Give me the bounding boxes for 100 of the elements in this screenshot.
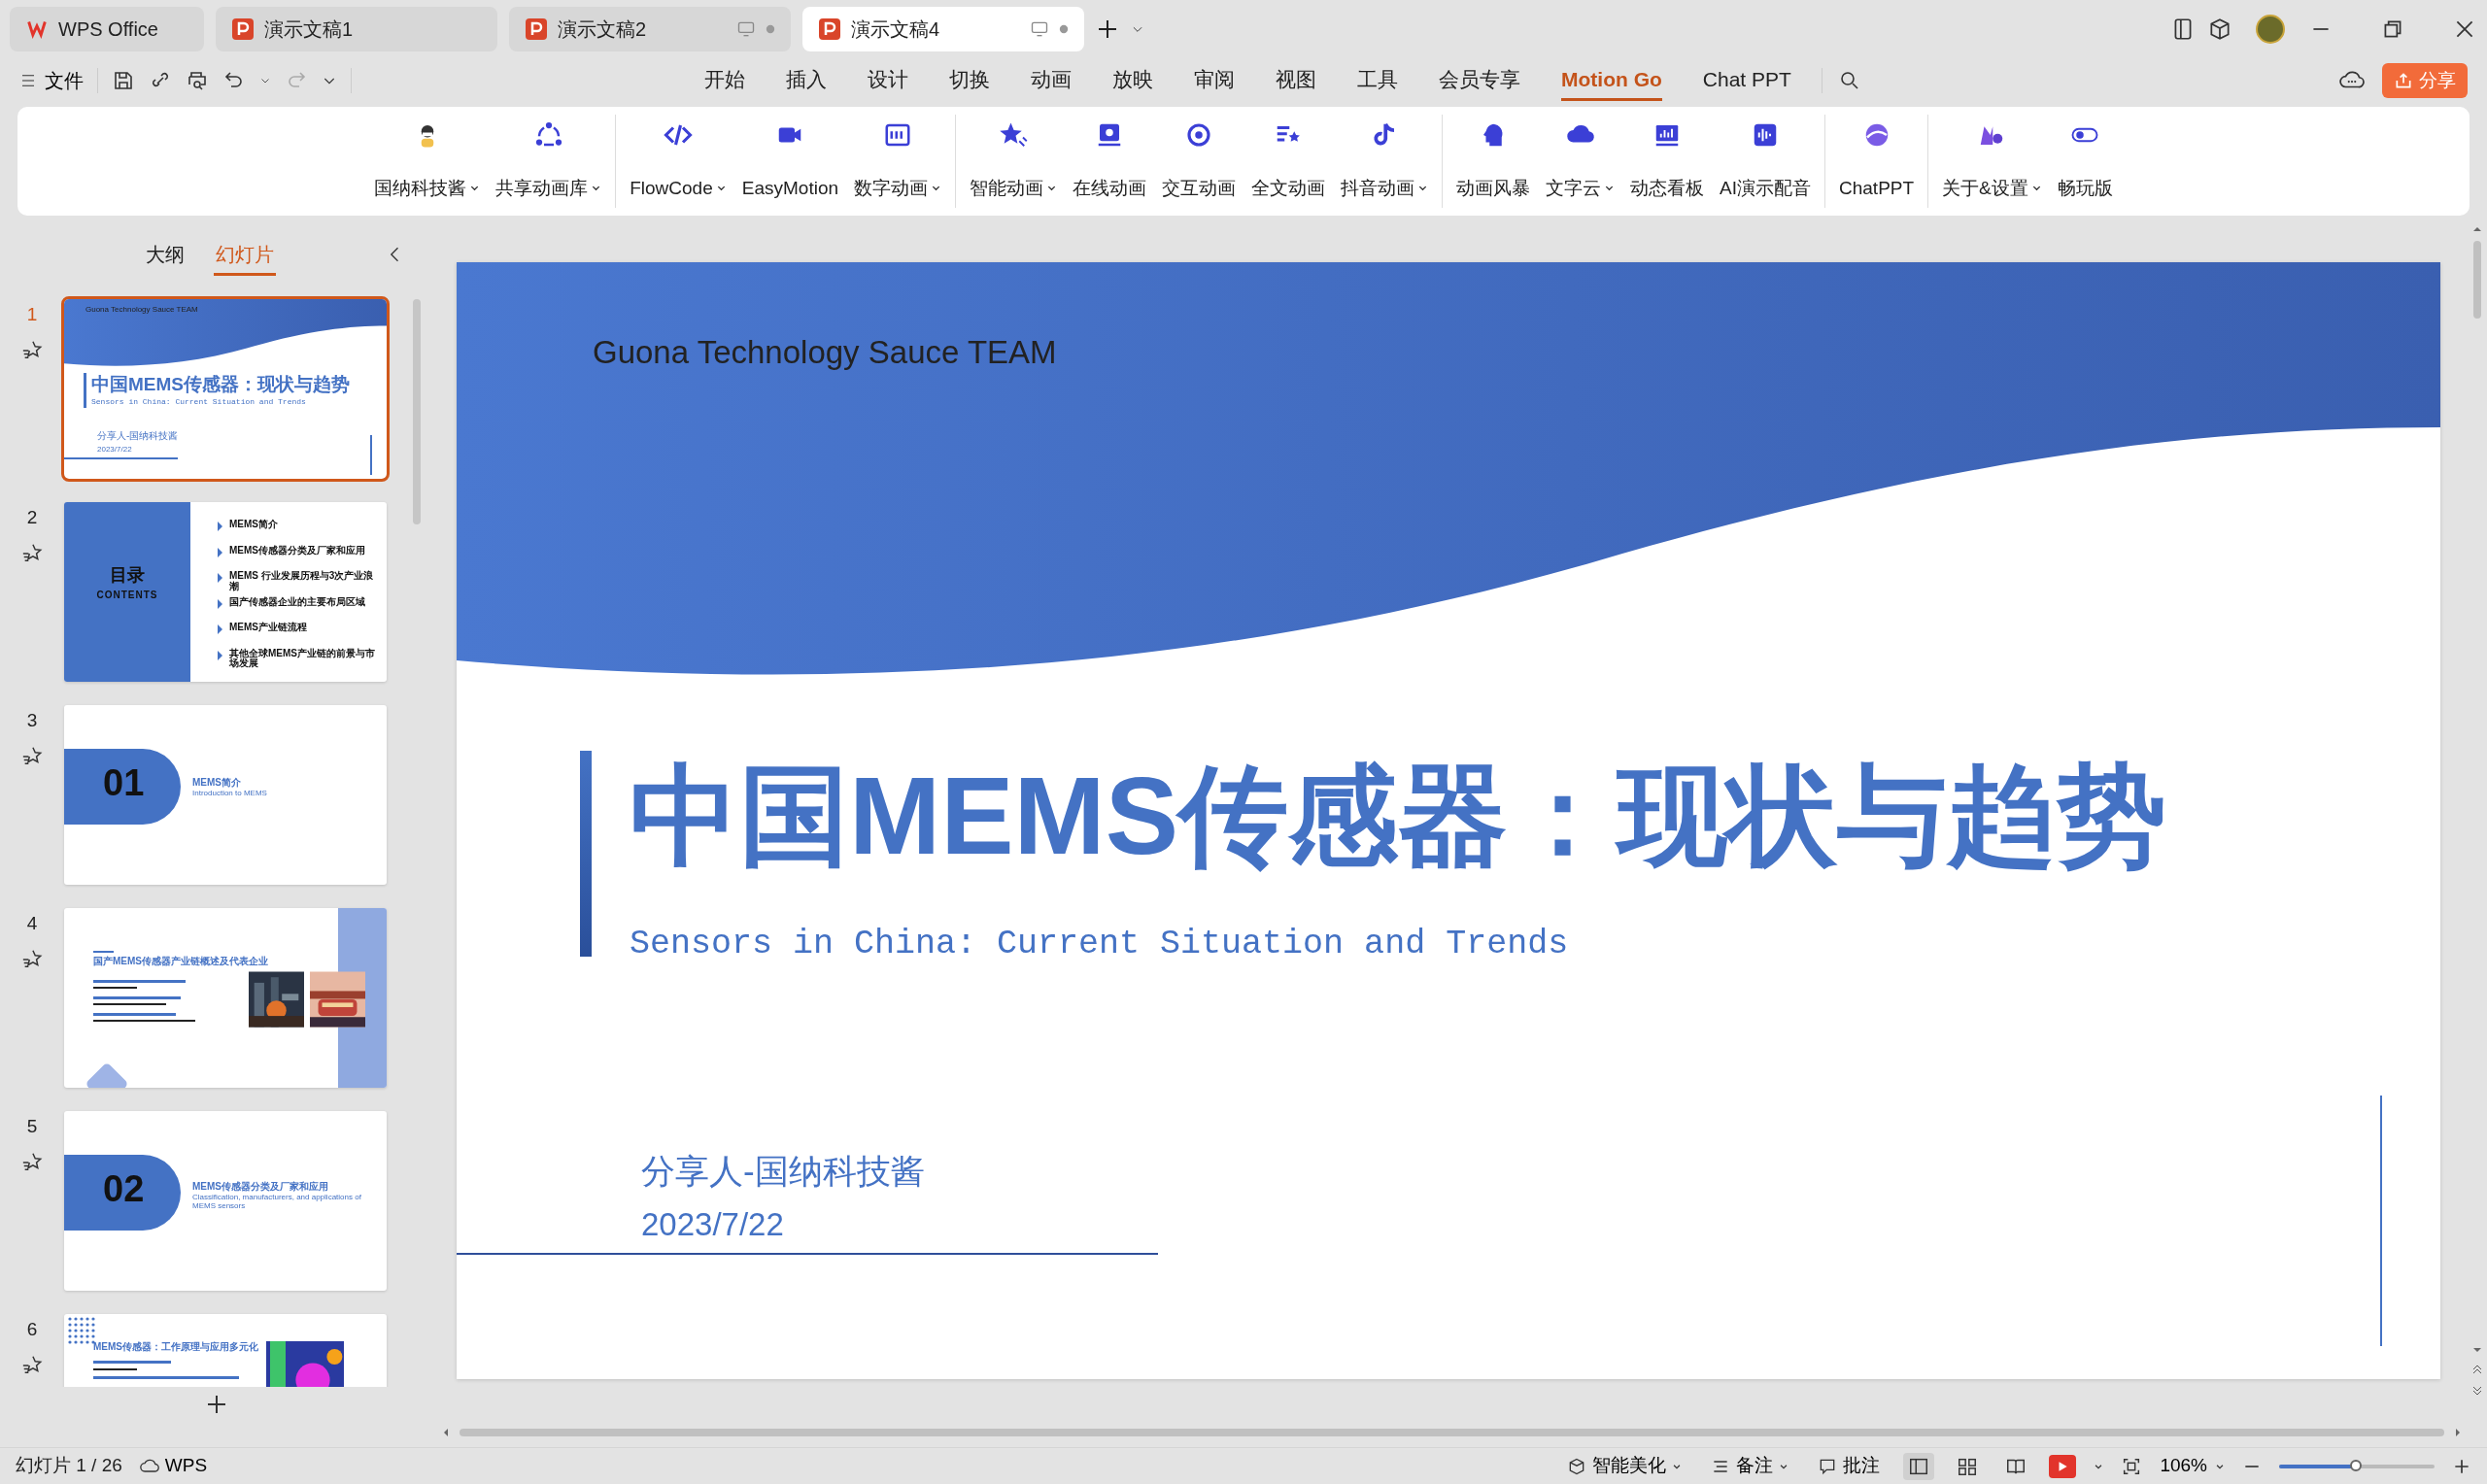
star-icon[interactable] — [21, 1150, 43, 1172]
ribbon-button[interactable]: 国纳科技酱 — [366, 115, 489, 208]
presentation-file-icon — [525, 17, 548, 41]
status-dot-icon — [1059, 24, 1069, 34]
ribbon-button[interactable]: 畅玩版 — [2049, 115, 2121, 208]
ribbon-button[interactable]: 在线动画 — [1065, 115, 1155, 208]
slide-number: 2 — [26, 506, 38, 529]
ribbon-button[interactable]: 交互动画 — [1154, 115, 1244, 208]
slider-handle[interactable] — [2350, 1459, 2362, 1471]
text-line — [93, 987, 137, 989]
slide-text: 分享人-国纳科技酱 — [641, 1151, 925, 1192]
slide-thumbnail[interactable]: Guona Technology Sauce TEAM 中国MEMS传感器：现状与趋势 Sensors in China: Current Situation and Trends 分享人-国纳科技酱 2023/7/22 — [64, 299, 387, 479]
ribbon-button[interactable]: 数字动画 — [846, 115, 950, 208]
bullet-icon — [218, 598, 222, 609]
ribbon-button[interactable]: FlowCode — [622, 115, 734, 208]
wps-button[interactable]: WPS — [139, 1452, 208, 1480]
contents-item: MEMS产业链流程 — [229, 623, 308, 633]
view-button[interactable] — [1903, 1452, 1935, 1480]
star-icon[interactable] — [21, 338, 43, 360]
slide-number: 6 — [26, 1318, 38, 1341]
ribbon-button[interactable]: 全文动画 — [1244, 115, 1334, 208]
app-tab[interactable]: 演示文稿1 — [216, 7, 497, 51]
slide-title: MEMS传感器：工作原理与应用多元化 — [93, 1340, 258, 1354]
slide-title: 中国MEMS传感器：现状与趋势 — [630, 756, 2166, 877]
share-icon — [2394, 71, 2413, 90]
slide-number: 5 — [26, 1115, 38, 1138]
monitor-icon — [1030, 19, 1049, 39]
menu-tab[interactable]: 工具 — [1357, 59, 1398, 102]
cube-icon[interactable] — [2207, 17, 2232, 42]
new-tab-icon[interactable] — [1096, 17, 1119, 41]
app-tab[interactable]: WPS Office — [10, 7, 204, 51]
slide-subtitle: Sensors in China: Current Situation and Trends — [91, 397, 306, 407]
comments-button[interactable]: 批注 — [1812, 1452, 1887, 1480]
ribbon-button[interactable]: 动画风暴 — [1448, 115, 1539, 208]
star-icon[interactable] — [21, 1353, 43, 1375]
slide-text: Guona Technology Sauce TEAM — [85, 305, 198, 315]
status-dot-icon — [766, 24, 775, 34]
slide-thumbnail[interactable]: 01 MEMS简介 Introduction to MEMS — [64, 705, 387, 885]
menu-tab[interactable]: 视图 — [1276, 59, 1316, 102]
slide-text: 2023/7/22 — [97, 445, 132, 455]
notes-button[interactable]: 备注 — [1705, 1452, 1795, 1480]
ribbon-button[interactable]: EasyMotion — [733, 115, 847, 208]
menu-tab[interactable]: 放映 — [1112, 59, 1153, 102]
contents-item: 国产传感器企业的主要布局区域 — [229, 596, 366, 607]
file-menu-button[interactable]: 文件 — [19, 66, 84, 95]
slide-thumbnail[interactable]: 国产MEMS传感器产业链概述及代表企业 — [64, 908, 387, 1088]
slide-number: 4 — [26, 912, 38, 935]
menu-tab[interactable]: 会员专享 — [1439, 59, 1520, 102]
play-button[interactable] — [2049, 1454, 2077, 1478]
wps-logo-icon — [25, 19, 49, 39]
ribbon-button[interactable]: AI演示配音 — [1712, 115, 1819, 208]
slide-thumbnail[interactable]: MEMS传感器：工作原理与应用多元化 — [64, 1314, 387, 1387]
slide-thumbnail[interactable]: 目录 CONTENTS MEMS简介 MEMS传感器分类及厂家和应用 MEMS 行业发展历程与3次产业浪潮 国产传感器企业的主要布局区域 MEMS产业链流程 其他全球MEMS产业链的前景与市场发展 — [64, 502, 387, 682]
slide-text: Guona Technology Sauce TEAM — [593, 333, 1057, 372]
ribbon-button[interactable]: 关于&设置 — [1934, 115, 2050, 208]
star-icon[interactable] — [21, 947, 43, 969]
menu-tab[interactable]: Motion Go — [1561, 59, 1662, 102]
presentation-file-icon — [818, 17, 841, 41]
slide-heading: CONTENTS — [95, 589, 159, 602]
menu-tab[interactable]: 开始 — [704, 59, 745, 102]
slide-thumbnail[interactable]: 02 MEMS传感器分类及厂家和应用 Classification, manufacturers, and applications of MEMS sensors — [64, 1111, 387, 1291]
bullet-icon — [218, 573, 222, 583]
panel-tab[interactable]: 大纲 — [143, 235, 187, 276]
scrollbar[interactable] — [460, 1429, 2444, 1436]
app-tab[interactable]: 演示文稿2 — [509, 7, 791, 51]
slide-heading: 目录 — [109, 566, 146, 584]
ribbon-button[interactable]: 共享动画库 — [488, 115, 610, 208]
zoom-dropdown[interactable]: 106% — [2160, 1452, 2225, 1480]
menu-tab[interactable]: 切换 — [949, 59, 990, 102]
section-title: MEMS传感器分类及厂家和应用 — [192, 1180, 328, 1194]
slide-number: 3 — [26, 709, 38, 732]
print-preview-icon[interactable] — [186, 69, 209, 92]
section-subtitle: Classification, manufacturers, and applications of MEMS sensors — [192, 1193, 362, 1211]
menu-tab[interactable]: 审阅 — [1194, 59, 1235, 102]
scrollbar[interactable] — [413, 299, 421, 524]
menu-tab[interactable]: Chat PPT — [1702, 59, 1791, 102]
star-icon[interactable] — [21, 744, 43, 766]
avatar[interactable] — [2256, 15, 2285, 44]
contents-item: 其他全球MEMS产业链的前景与市场发展 — [229, 648, 375, 669]
star-icon[interactable] — [21, 541, 43, 563]
accent-bar — [84, 373, 86, 408]
text-line — [93, 1368, 137, 1370]
bullet-icon — [218, 624, 222, 634]
ribbon-button[interactable]: 抖音动画 — [1333, 115, 1437, 208]
beautify-button[interactable]: 智能美化 — [1561, 1452, 1688, 1480]
menu-tab[interactable]: 设计 — [868, 59, 908, 102]
menu-tab[interactable]: 动画 — [1031, 59, 1072, 102]
ribbon-button[interactable]: 动态看板 — [1622, 115, 1713, 208]
ribbon-button[interactable]: ChatPPT — [1831, 115, 1923, 208]
slide-text: 2023/7/22 — [641, 1205, 784, 1244]
ribbon-button[interactable]: 文字云 — [1538, 115, 1623, 208]
slide-text: 分享人-国纳科技酱 — [97, 431, 179, 441]
scrollbar[interactable] — [2473, 241, 2481, 319]
contents-item: MEMS简介 — [229, 520, 279, 530]
ribbon-button[interactable]: 智能动画 — [962, 115, 1066, 208]
menu-tab[interactable]: 插入 — [786, 59, 827, 102]
save-icon[interactable] — [112, 69, 135, 92]
app-tab[interactable]: 演示文稿4 — [802, 7, 1084, 51]
slide-counter: 幻灯片 1 / 26 — [16, 1454, 122, 1478]
contents-item: MEMS传感器分类及厂家和应用 — [229, 545, 366, 556]
